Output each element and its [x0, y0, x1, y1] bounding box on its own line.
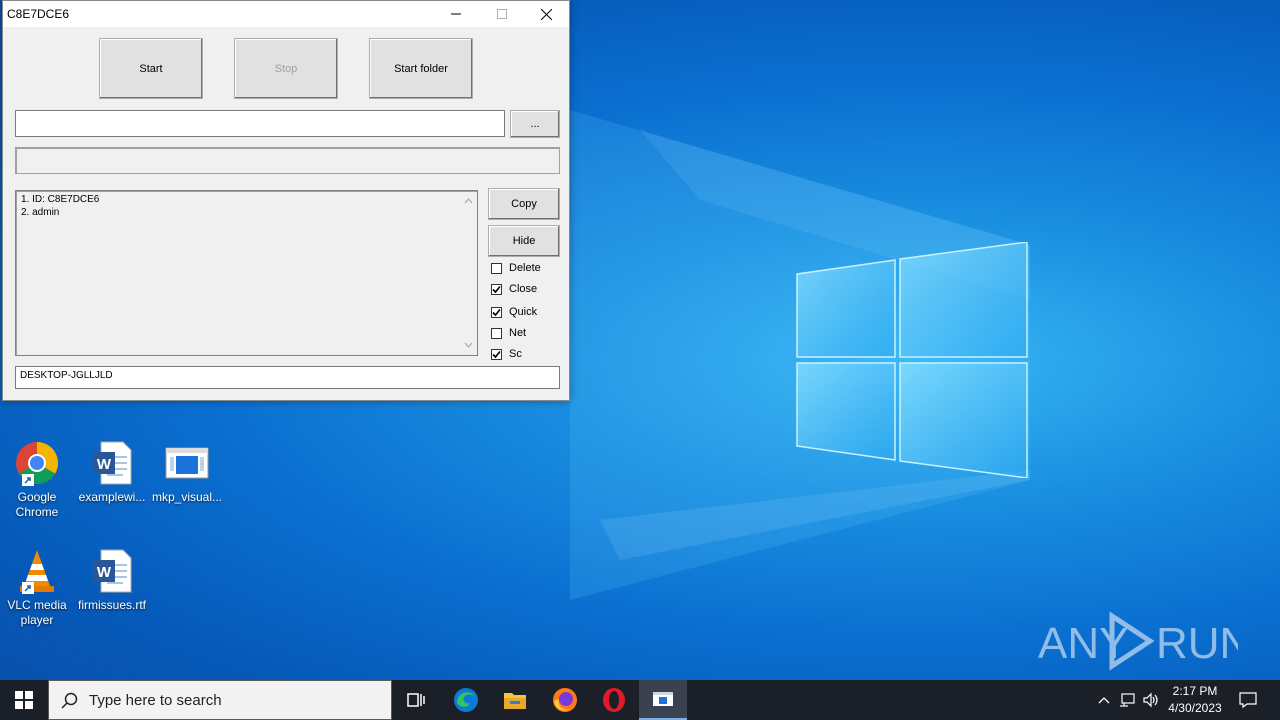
- maximize-icon: [497, 9, 507, 19]
- firefox-icon: [553, 688, 577, 712]
- checkbox-label: Quick: [509, 306, 538, 318]
- minimize-icon: [451, 13, 461, 15]
- edge-icon: [454, 688, 478, 712]
- network-icon: [1120, 693, 1135, 707]
- taskbar-firefox[interactable]: [541, 680, 589, 720]
- scroll-up-icon[interactable]: [464, 196, 473, 205]
- scroll-down-icon[interactable]: [464, 341, 473, 350]
- search-placeholder: Type here to search: [89, 692, 222, 709]
- minimize-button[interactable]: [433, 1, 479, 27]
- file-explorer-icon: [504, 693, 526, 709]
- shortcut-arrow-icon: [22, 474, 34, 486]
- log-line: 2. admin: [21, 207, 60, 218]
- taskbar-search-box[interactable]: Type here to search: [48, 680, 392, 720]
- notification-icon: [1239, 692, 1257, 708]
- path-input[interactable]: [15, 110, 505, 137]
- checkmark-icon: [492, 308, 501, 316]
- window-titlebar[interactable]: C8E7DCE6: [3, 1, 569, 27]
- checkbox-box: [491, 283, 502, 295]
- log-textarea[interactable]: 1. ID: C8E7DCE6 2. admin: [15, 190, 478, 356]
- checkbox-box: [491, 306, 502, 318]
- svg-text:ANY: ANY: [1038, 619, 1128, 668]
- tray-volume[interactable]: [1141, 690, 1161, 710]
- start-folder-button[interactable]: Start folder: [369, 38, 473, 99]
- checkbox-label: Delete: [509, 262, 541, 274]
- tray-network[interactable]: [1117, 690, 1137, 710]
- taskbar-file-explorer[interactable]: [491, 680, 539, 720]
- taskbar: Type here to search 2:17 PM 4/30/2023: [0, 680, 1280, 720]
- desktop-icon-label: VLC media player: [7, 598, 67, 627]
- shortcut-arrow-icon: [22, 582, 34, 594]
- checkbox-label: Sc: [509, 348, 522, 360]
- action-center-button[interactable]: [1238, 690, 1258, 710]
- checkmark-icon: [492, 285, 501, 293]
- checkmark-icon: [492, 350, 501, 358]
- log-line: 1. ID: C8E7DCE6: [21, 194, 100, 205]
- hide-button[interactable]: Hide: [488, 225, 560, 257]
- desktop-icon-label: Google Chrome: [15, 490, 59, 519]
- desktop-icon-label: mkp_visual...: [151, 490, 223, 504]
- svg-text:RUN: RUN: [1156, 619, 1238, 668]
- checkbox-label: Close: [509, 283, 538, 295]
- clock-date: 4/30/2023: [1168, 701, 1222, 715]
- computer-name-field[interactable]: DESKTOP-JGLLJLD: [15, 366, 560, 389]
- browse-button[interactable]: ...: [510, 110, 560, 138]
- svg-text:W: W: [97, 564, 112, 581]
- delete-checkbox[interactable]: Delete: [491, 261, 541, 275]
- checkbox-label: Net: [509, 327, 527, 339]
- word-icon: W: [93, 549, 132, 593]
- close-window-button[interactable]: [523, 1, 569, 27]
- desktop-icon-vlc[interactable]: VLC media player: [0, 548, 74, 628]
- chevron-up-icon: [1098, 697, 1110, 704]
- app-window: C8E7DCE6 Start Stop Start folder ... 1. …: [2, 0, 570, 401]
- start-button[interactable]: Start: [99, 38, 203, 99]
- checkbox-box: [491, 348, 502, 360]
- app-icon: [165, 447, 209, 479]
- taskbar-opera[interactable]: [590, 680, 638, 720]
- anyrun-watermark-logo: ANY RUN: [1038, 611, 1238, 671]
- stop-button[interactable]: Stop: [234, 38, 338, 99]
- opera-icon: [603, 688, 625, 712]
- taskbar-clock[interactable]: 2:17 PM 4/30/2023: [1160, 683, 1230, 717]
- checkbox-box: [491, 262, 502, 274]
- svg-text:W: W: [97, 456, 112, 473]
- chrome-icon: [16, 442, 59, 485]
- desktop-icon-label: examplewi...: [78, 490, 146, 504]
- status-field: [15, 147, 560, 174]
- desktop-icon-label: firmissues.rtf: [77, 598, 146, 612]
- desktop-icon-examplewi[interactable]: W examplewi...: [75, 440, 149, 505]
- taskbar-edge[interactable]: [442, 680, 490, 720]
- start-button-taskbar[interactable]: [0, 680, 48, 720]
- maximize-button[interactable]: [479, 1, 525, 27]
- tray-overflow-button[interactable]: [1094, 690, 1114, 710]
- search-icon: [61, 692, 78, 709]
- desktop-icon-firmissues[interactable]: W firmissues.rtf: [75, 548, 149, 613]
- windows-logo: [796, 242, 1028, 478]
- task-view-button[interactable]: [392, 680, 440, 720]
- taskbar-active-app[interactable]: [639, 680, 687, 720]
- checkbox-box: [491, 327, 502, 339]
- sc-checkbox[interactable]: Sc: [491, 347, 522, 361]
- close-checkbox[interactable]: Close: [491, 282, 537, 296]
- app-window-icon: [653, 692, 673, 706]
- desktop-icon-chrome[interactable]: Google Chrome: [0, 440, 74, 520]
- window-title: C8E7DCE6: [7, 7, 70, 21]
- quick-checkbox[interactable]: Quick: [491, 305, 537, 319]
- computer-name-text: DESKTOP-JGLLJLD: [20, 370, 113, 381]
- volume-icon: [1143, 692, 1158, 708]
- windows-start-icon: [15, 691, 33, 709]
- copy-button[interactable]: Copy: [488, 188, 560, 220]
- task-view-icon: [407, 693, 425, 707]
- clock-time: 2:17 PM: [1172, 684, 1218, 698]
- close-icon: [540, 8, 552, 20]
- word-icon: W: [93, 441, 132, 485]
- desktop-icon-mkp-visual[interactable]: mkp_visual...: [150, 440, 224, 505]
- vlc-icon: [20, 550, 54, 592]
- net-checkbox[interactable]: Net: [491, 326, 526, 340]
